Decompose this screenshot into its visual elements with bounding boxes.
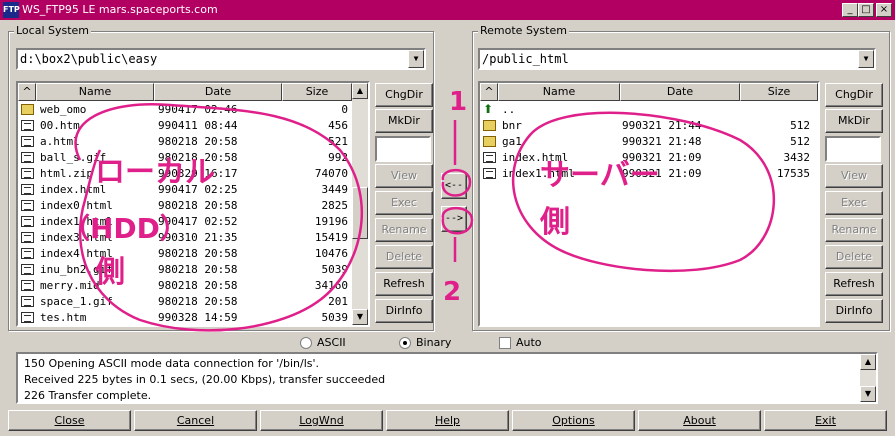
local-annotation-line3: 側 <box>94 255 125 290</box>
annotation-overlay: ローカル （HDD） 側 サーバー 側 1 2 <box>62 87 775 332</box>
download-annotation-circle <box>441 120 472 197</box>
upload-annotation-circle <box>441 206 474 262</box>
local-annotation-line1: ローカル <box>95 155 215 190</box>
remote-annotation-line2: 側 <box>539 205 570 240</box>
upload-number-annotation: 2 <box>443 277 461 307</box>
local-annotation-line2: （HDD） <box>62 212 188 245</box>
remote-annotation-line1: サーバー <box>540 158 660 193</box>
download-number-annotation: 1 <box>449 87 467 117</box>
